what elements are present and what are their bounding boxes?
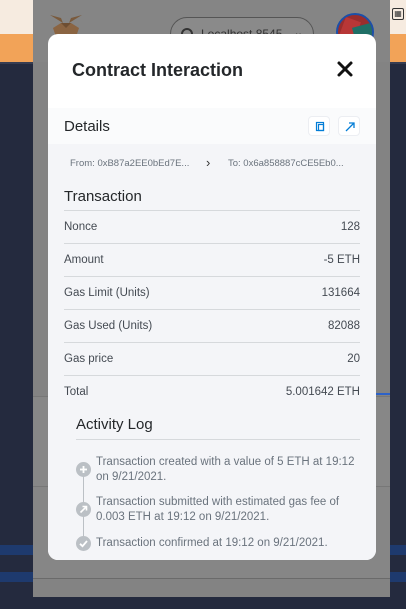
modal-title: Contract Interaction [72, 60, 244, 80]
close-icon[interactable] [336, 60, 354, 78]
transaction-details-modal: Contract Interaction Details From: 0xB87… [48, 34, 376, 560]
row-label: Nonce [64, 221, 98, 233]
activity-log-title: Activity Log [76, 416, 153, 433]
gas-price-row: Gas price 20 [64, 343, 360, 376]
amount-row: Amount -5 ETH [64, 244, 360, 277]
row-label: Total [64, 386, 89, 398]
send-icon [76, 502, 91, 517]
activity-entry: Transaction confirmed at 19:12 on 9/21/2… [96, 537, 328, 549]
to-address[interactable]: To: 0x6a858887cCE5Eb0... [228, 158, 344, 169]
row-value: 5.001642 ETH [285, 386, 360, 398]
sender-recipient: From: 0xB87a2EE0bEd7E... › To: 0x6a85888… [48, 152, 376, 176]
section-divider [76, 439, 360, 440]
external-link-icon [345, 122, 355, 132]
selected-indicator [376, 393, 390, 395]
row-value: 131664 [321, 287, 360, 299]
row-value: -5 ETH [323, 254, 360, 266]
row-label: Gas price [64, 353, 114, 365]
activity-entry: Transaction submitted with estimated gas… [96, 496, 340, 523]
row-label: Gas Limit (Units) [64, 287, 150, 299]
check-icon [76, 536, 91, 551]
gas-used-row: Gas Used (Units) 82088 [64, 310, 360, 343]
modal-header: Contract Interaction [48, 34, 376, 108]
row-value: 82088 [328, 320, 360, 332]
row-label: Gas Used (Units) [64, 320, 153, 332]
activity-entry: Transaction created with a value of 5 ET… [96, 456, 355, 483]
copy-icon [315, 121, 325, 132]
transaction-section-title: Transaction [64, 188, 142, 205]
from-address[interactable]: From: 0xB87a2EE0bEd7E... [70, 158, 189, 169]
row-label: Amount [64, 254, 104, 266]
extension-icon[interactable]: ▦ [392, 8, 404, 20]
view-on-explorer-button[interactable] [338, 116, 360, 136]
gas-limit-row: Gas Limit (Units) 131664 [64, 277, 360, 310]
row-value: 20 [347, 353, 360, 365]
transaction-breakdown: Nonce 128 Amount -5 ETH Gas Limit (Units… [64, 211, 360, 409]
plus-icon [76, 462, 91, 477]
modal-body: From: 0xB87a2EE0bEd7E... › To: 0x6a85888… [48, 144, 376, 560]
copy-button[interactable] [308, 116, 330, 136]
chevron-right-icon: › [206, 155, 211, 170]
nonce-row: Nonce 128 [64, 211, 360, 244]
details-label: Details [64, 118, 110, 135]
details-bar: Details [48, 108, 376, 144]
row-value: 128 [340, 221, 360, 233]
total-row: Total 5.001642 ETH [64, 376, 360, 409]
metamask-divider [33, 578, 390, 579]
